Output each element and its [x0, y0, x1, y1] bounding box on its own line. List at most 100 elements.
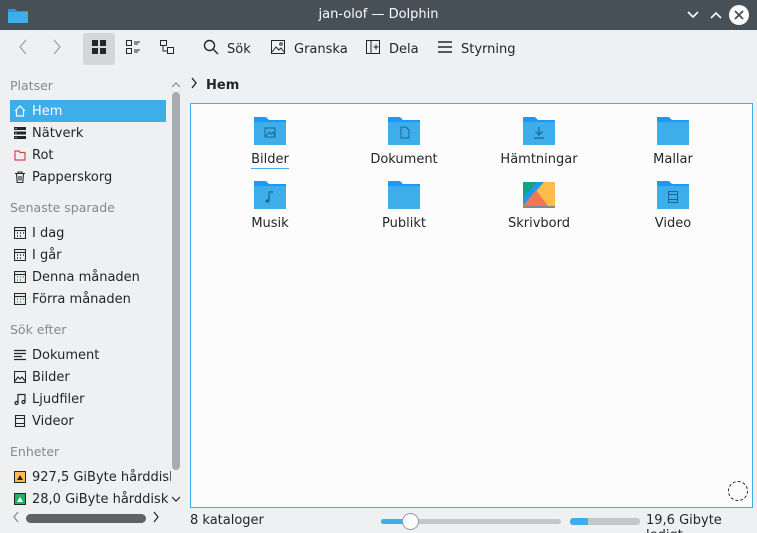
file-name: Skrivbord [507, 216, 570, 231]
control-label: Styrning [461, 41, 516, 57]
status-summary: 8 kataloger [190, 513, 264, 528]
section-header-devices: Enheter [10, 444, 60, 459]
search-documents[interactable]: Dokument [10, 344, 166, 366]
place-label: Dokument [32, 347, 100, 363]
place-home[interactable]: Hem [10, 100, 166, 122]
calendar-icon [14, 227, 26, 239]
section-header-places: Platser [10, 78, 53, 93]
folder-templates-icon [656, 116, 690, 146]
zoom-slider[interactable] [381, 513, 561, 530]
hamburger-menu-icon [437, 39, 453, 59]
compact-view-icon [125, 39, 141, 59]
device-927gb[interactable]: 927,5 GiByte hårddisk [10, 466, 171, 488]
folder-item[interactable]: Bilder [215, 116, 325, 169]
main-toolbar: Sök Granska Dela Styrning [0, 30, 757, 68]
image-preview-icon [270, 39, 286, 59]
search-button[interactable]: Sök [199, 33, 255, 65]
home-icon [14, 105, 26, 117]
desktop-wallpaper-icon [522, 180, 556, 210]
free-space-bar[interactable] [570, 518, 640, 525]
search-videos[interactable]: Videor [10, 410, 166, 432]
breadcrumb: Hem [190, 74, 239, 96]
loading-spinner-icon [728, 481, 748, 501]
details-view-icon [159, 39, 175, 59]
calendar-icon [14, 293, 26, 305]
split-label: Dela [389, 41, 419, 57]
scroll-up-icon[interactable] [171, 78, 181, 93]
folder-public-icon [387, 180, 421, 210]
device-28gb[interactable]: 28,0 GiByte hårddisk [10, 488, 169, 510]
split-button[interactable]: Dela [361, 33, 423, 65]
folder-item[interactable]: Dokument [349, 116, 459, 167]
folder-music-icon [253, 180, 287, 210]
compact-view-button[interactable] [117, 33, 149, 65]
trash-icon [14, 171, 26, 183]
arrow-left-icon [18, 39, 28, 59]
icons-view-icon [91, 39, 107, 59]
sidebar-vertical-scrollbar[interactable] [172, 92, 180, 470]
place-root[interactable]: Rot [10, 144, 166, 166]
icons-view-button[interactable] [83, 33, 115, 65]
place-yesterday[interactable]: I går [10, 244, 166, 266]
place-last-month[interactable]: Förra månaden [10, 288, 166, 310]
folder-pictures-icon [253, 116, 287, 146]
search-images[interactable]: Bilder [10, 366, 166, 388]
forward-button[interactable] [43, 33, 71, 65]
file-name: Mallar [653, 152, 693, 167]
search-icon [203, 39, 219, 59]
folder-item[interactable]: Publikt [349, 180, 459, 231]
place-label: Förra månaden [32, 291, 131, 307]
image-icon [14, 371, 26, 383]
place-label: Hem [32, 103, 63, 119]
back-button[interactable] [9, 33, 37, 65]
minimize-icon[interactable] [683, 5, 703, 25]
maximize-icon[interactable] [706, 5, 726, 25]
place-trash[interactable]: Papperskorg [10, 166, 166, 188]
chevron-right-icon[interactable] [190, 77, 198, 93]
place-today[interactable]: I dag [10, 222, 166, 244]
calendar-icon [14, 249, 26, 261]
folder-item[interactable]: Musik [215, 180, 325, 231]
harddisk-icon [14, 471, 26, 483]
file-name: Video [654, 216, 692, 231]
file-view[interactable]: Bilder Dokument Hämtningar Mallar Musik … [190, 103, 753, 508]
search-label: Sök [227, 41, 251, 57]
folder-item[interactable]: Skrivbord [484, 180, 594, 231]
calendar-icon [14, 271, 26, 283]
breadcrumb-current[interactable]: Hem [206, 78, 239, 93]
root-folder-icon [14, 149, 26, 161]
music-icon [14, 393, 26, 405]
folder-documents-icon [387, 116, 421, 146]
folder-video-icon [656, 180, 690, 210]
place-network[interactable]: Nätverk [10, 122, 166, 144]
control-menu-button[interactable]: Styrning [433, 33, 520, 65]
folder-item[interactable]: Mallar [618, 116, 728, 167]
place-label: Nätverk [32, 125, 84, 141]
file-name: Dokument [370, 152, 438, 167]
split-view-icon [365, 39, 381, 59]
place-label: 927,5 GiByte hårddisk [32, 469, 171, 485]
free-space-label: 19,6 Gibyte ledigt [646, 513, 722, 533]
folder-item[interactable]: Video [618, 180, 728, 231]
free-space-fill [570, 518, 589, 525]
place-label: Rot [32, 147, 54, 163]
details-view-button[interactable] [151, 33, 183, 65]
search-audio[interactable]: Ljudfiler [10, 388, 166, 410]
preview-button[interactable]: Granska [266, 33, 352, 65]
close-icon[interactable] [729, 5, 749, 25]
place-label: 28,0 GiByte hårddisk [32, 491, 169, 507]
place-this-month[interactable]: Denna månaden [10, 266, 166, 288]
zoom-slider-handle[interactable] [401, 513, 419, 530]
title-bar[interactable]: jan-olof — Dolphin [0, 0, 757, 30]
place-label: Denna månaden [32, 269, 140, 285]
place-label: Papperskorg [32, 169, 113, 185]
document-icon [14, 349, 26, 361]
scroll-down-icon[interactable] [171, 492, 181, 507]
file-name: Hämtningar [500, 152, 578, 167]
network-icon [14, 127, 26, 139]
place-label: Ljudfiler [32, 391, 85, 407]
folder-item[interactable]: Hämtningar [484, 116, 594, 167]
status-bar: 8 kataloger 19,6 Gibyte ledigt [0, 509, 757, 533]
file-name: Bilder [251, 152, 289, 169]
video-icon [14, 415, 26, 427]
